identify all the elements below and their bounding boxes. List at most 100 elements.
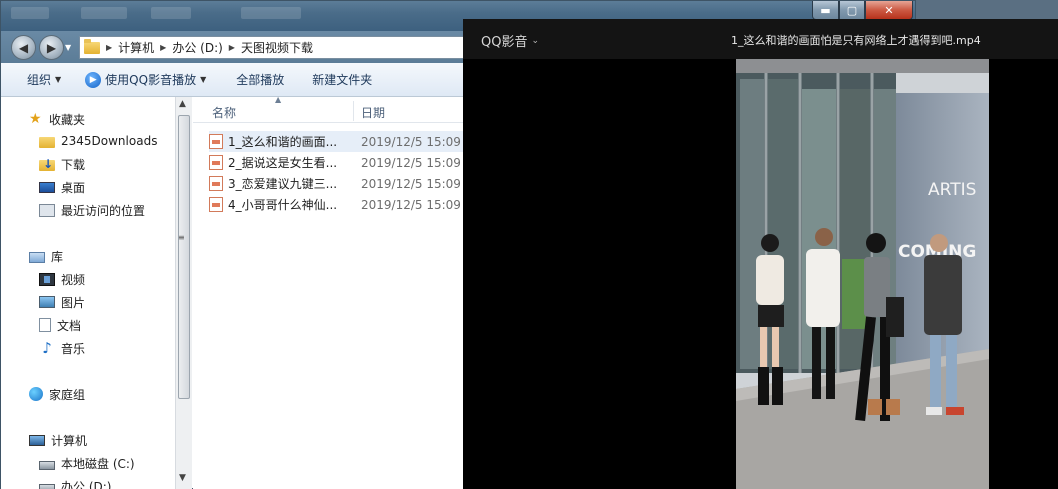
nav-computer-label: 计算机 (51, 433, 88, 448)
video-file-icon (209, 155, 223, 170)
breadcrumb-separator-icon[interactable]: ▶ (229, 43, 235, 52)
nav-item-desktop[interactable]: 桌面 (39, 177, 85, 197)
video-file-icon (209, 176, 223, 191)
nav-item-label: 2345Downloads (61, 134, 158, 148)
breadcrumb-current-folder[interactable]: 天图视频下载 (241, 39, 313, 56)
breadcrumb-drive-d[interactable]: 办公 (D:) (172, 39, 222, 56)
nav-item-label: 办公 (D:) (61, 479, 112, 489)
chevron-down-icon: ⌄ (531, 35, 540, 46)
file-date: 2019/12/5 15:09 (361, 134, 461, 149)
breadcrumb-separator-icon[interactable]: ▶ (160, 43, 166, 52)
file-row[interactable]: 1_这么和谐的画面... 2019/12/5 15:09 (209, 131, 469, 152)
breadcrumb-separator-icon[interactable]: ▶ (106, 43, 112, 52)
drive-icon (39, 460, 55, 470)
column-header-date[interactable]: 日期 (361, 104, 385, 121)
file-row[interactable]: 3_恋爱建议九键三... 2019/12/5 15:09 (209, 173, 469, 194)
sort-ascending-icon: ▲ (275, 95, 282, 104)
computer-icon (29, 434, 45, 446)
nav-homegroup-label: 家庭组 (49, 387, 86, 402)
file-name: 2_据说这是女生看... (228, 156, 338, 170)
nav-favorites[interactable]: ★ 收藏夹 (29, 109, 85, 129)
scroll-thumb[interactable] (178, 115, 190, 399)
play-with-qq-button[interactable]: ▶ 使用QQ影音播放 ▼ (73, 63, 218, 96)
forward-button[interactable]: ▶ (39, 35, 64, 60)
nav-item-label: 最近访问的位置 (61, 203, 146, 218)
file-date: 2019/12/5 15:09 (361, 176, 461, 191)
player-menu-button[interactable]: QQ影音 ⌄ (481, 31, 539, 50)
column-divider[interactable] (353, 101, 354, 121)
homegroup-icon (29, 387, 43, 401)
nav-computer[interactable]: 计算机 (29, 430, 87, 450)
file-row[interactable]: 4_小哥哥什么神仙... 2019/12/5 15:09 (209, 194, 469, 215)
nav-item-pictures[interactable]: 图片 (39, 292, 85, 312)
back-button[interactable]: ◀ (11, 35, 36, 60)
video-frame[interactable]: ARTIS COMING (736, 59, 989, 489)
picture-library-icon (39, 296, 55, 308)
folder-icon (84, 38, 100, 54)
organize-button[interactable]: 组织 ▼ (1, 63, 73, 96)
file-date: 2019/12/5 15:09 (361, 197, 461, 212)
nav-item-drive-d[interactable]: 办公 (D:) (39, 476, 111, 489)
breadcrumb-computer[interactable]: 计算机 (118, 39, 154, 56)
video-library-icon (39, 272, 55, 286)
new-folder-button[interactable]: 新建文件夹 (296, 63, 384, 96)
file-row[interactable]: 2_据说这是女生看... 2019/12/5 15:09 (209, 152, 469, 173)
qq-player-window: QQ影音 ⌄ 1_这么和谐的画面怕是只有网络上才遇得到吧.mp4 ARTIS C… (463, 19, 1058, 489)
nav-item-label: 本地磁盘 (C:) (61, 456, 135, 471)
nav-item-music[interactable]: ♪ 音乐 (39, 338, 85, 358)
player-brand-label: QQ影音 (481, 35, 528, 50)
playing-filename: 1_这么和谐的画面怕是只有网络上才遇得到吧.mp4 (731, 34, 981, 47)
recent-places-icon (39, 203, 55, 217)
close-button[interactable]: ✕ (865, 1, 913, 20)
folder-icon (39, 136, 55, 148)
nav-item-label: 视频 (61, 272, 86, 287)
nav-item-label: 图片 (61, 295, 86, 310)
library-icon (29, 251, 45, 263)
navigation-pane: ★ 收藏夹 2345Downloads 下载 桌面 最近访问的位置 库 视频 (1, 97, 175, 489)
nav-item-label: 下载 (61, 157, 86, 172)
poster-sign-text: ARTIS (928, 180, 976, 200)
nav-libraries-label: 库 (51, 249, 64, 264)
player-titlebar[interactable]: QQ影音 ⌄ 1_这么和谐的画面怕是只有网络上才遇得到吧.mp4 (463, 19, 1058, 59)
window-controls: ▬ ▢ ✕ (812, 1, 913, 20)
nav-item-documents[interactable]: 文档 (39, 315, 81, 335)
file-name: 1_这么和谐的画面... (228, 135, 338, 149)
nav-item-label: 桌面 (61, 180, 86, 195)
file-date: 2019/12/5 15:09 (361, 155, 461, 170)
play-all-button[interactable]: 全部播放 (218, 63, 296, 96)
dropdown-arrow-icon: ▼ (200, 75, 207, 84)
maximize-button[interactable]: ▢ (839, 1, 865, 20)
nav-item-videos[interactable]: 视频 (39, 269, 85, 289)
nav-item-drive-c[interactable]: 本地磁盘 (C:) (39, 453, 135, 473)
nav-item-downloads[interactable]: 下载 (39, 154, 85, 174)
forward-arrow-icon: ▶ (46, 40, 57, 55)
minimize-button[interactable]: ▬ (812, 1, 839, 20)
blurred-title-fragment (81, 7, 127, 19)
nav-favorites-label: 收藏夹 (49, 112, 86, 127)
blurred-title-fragment (241, 7, 301, 19)
document-library-icon (39, 318, 51, 332)
new-folder-label: 新建文件夹 (312, 73, 373, 87)
file-name: 4_小哥哥什么神仙... (228, 198, 338, 212)
scroll-down-arrow-icon[interactable]: ▼ (179, 473, 186, 483)
video-still-illustration: ARTIS COMING (736, 59, 989, 489)
downloads-folder-icon (39, 157, 55, 171)
navigation-scrollbar[interactable]: ▲ ≡ ▼ (175, 97, 192, 489)
file-name: 3_恋爱建议九键三... (228, 177, 338, 191)
music-note-icon: ♪ (42, 339, 52, 357)
qq-player-icon: ▶ (85, 71, 102, 88)
star-icon: ★ (29, 111, 42, 127)
drive-icon (39, 483, 55, 489)
recent-pages-dropdown-icon[interactable]: ▼ (65, 43, 71, 52)
nav-homegroup[interactable]: 家庭组 (29, 384, 85, 404)
dropdown-arrow-icon: ▼ (55, 75, 62, 84)
nav-item-label: 音乐 (61, 341, 86, 356)
organize-label: 组织 (27, 73, 52, 87)
column-header-name[interactable]: 名称 (212, 104, 236, 121)
nav-item-2345downloads[interactable]: 2345Downloads (39, 131, 157, 151)
nav-item-recent-places[interactable]: 最近访问的位置 (39, 200, 145, 220)
scroll-up-arrow-icon[interactable]: ▲ (179, 99, 186, 109)
desktop-icon (39, 182, 55, 193)
nav-libraries[interactable]: 库 (29, 246, 63, 266)
blurred-title-fragment (11, 7, 49, 19)
